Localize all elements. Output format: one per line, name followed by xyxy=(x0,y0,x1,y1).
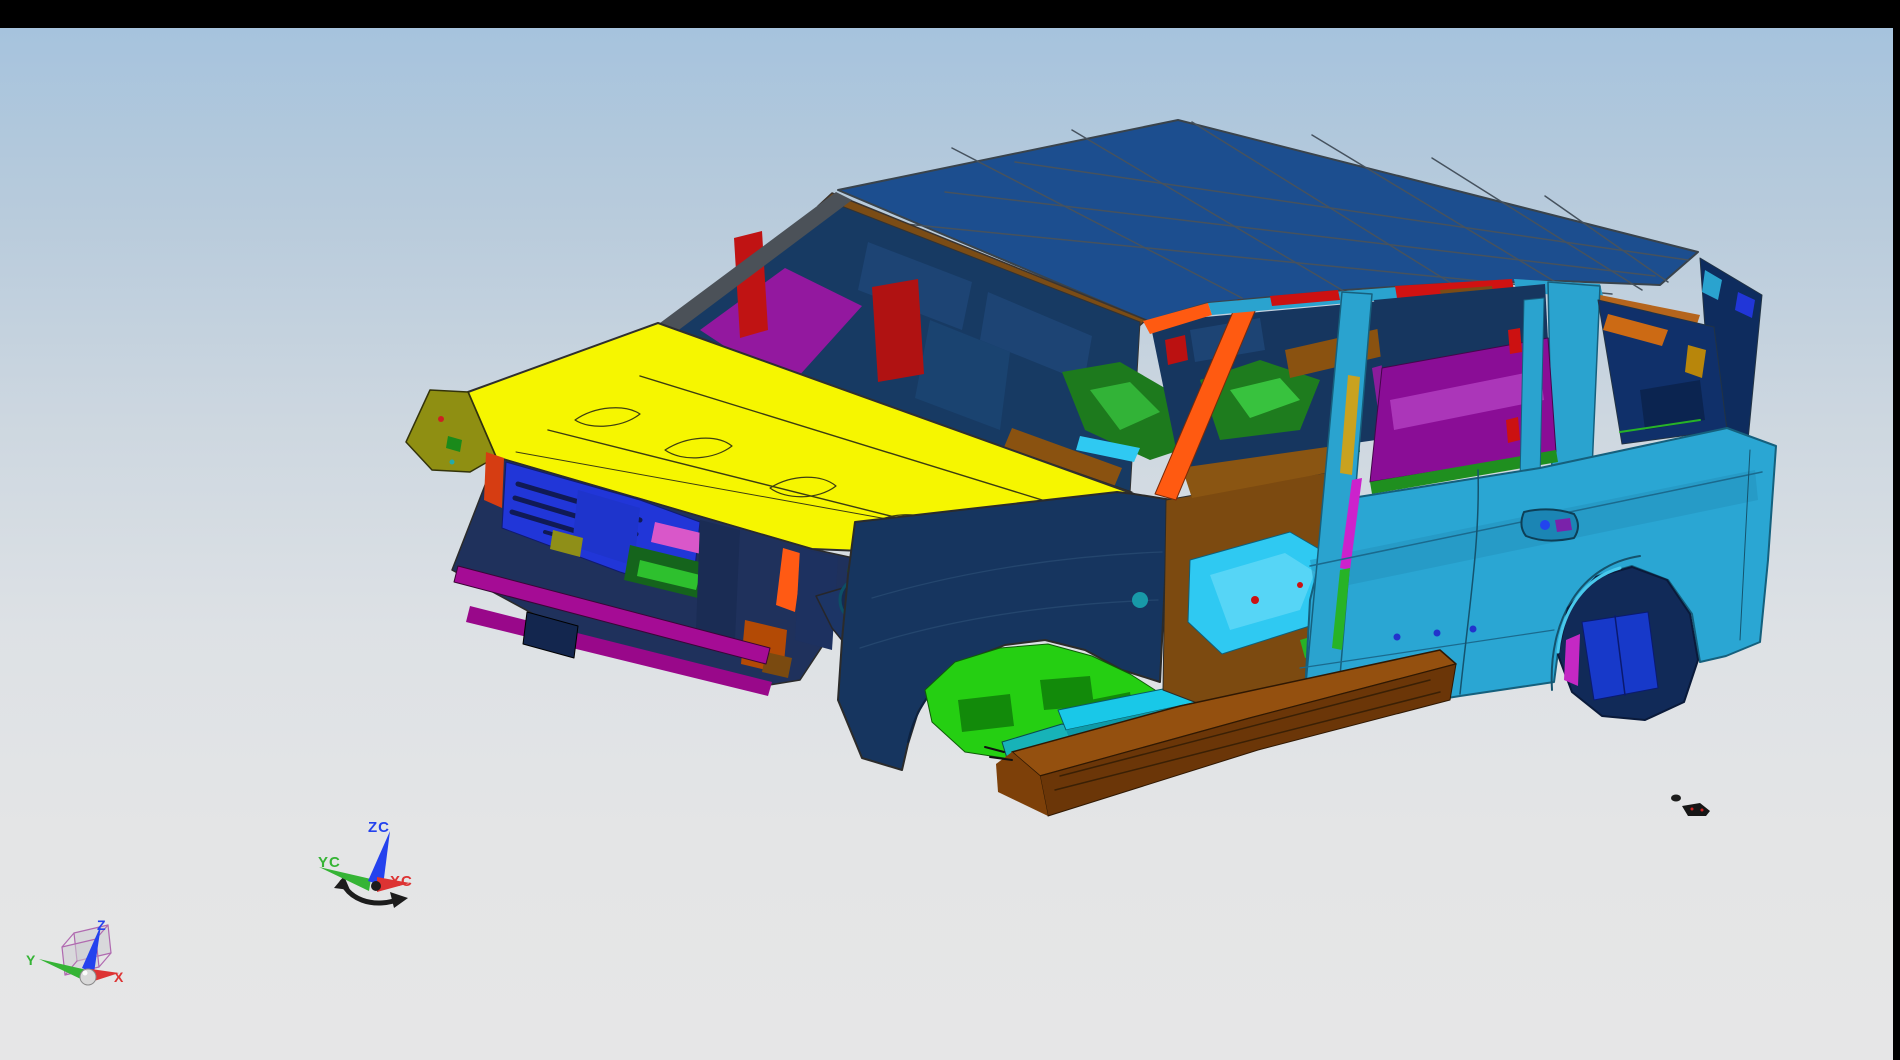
floor-red-detail[interactable] xyxy=(1297,582,1303,588)
abs-origin-ball-highlight[interactable] xyxy=(83,971,88,976)
floor-green-detail[interactable] xyxy=(958,694,1014,732)
debris-red-dot[interactable] xyxy=(1701,809,1704,812)
interior-red-bit[interactable] xyxy=(1165,335,1188,365)
abs-y-label: Y xyxy=(26,953,36,967)
wcs-z-label: ZC xyxy=(368,820,390,835)
rear-door-red-bit[interactable] xyxy=(1506,417,1520,443)
wcs-x-label: XC xyxy=(390,874,413,889)
rear-door-red-bit[interactable] xyxy=(1508,328,1522,354)
body-plug-dot[interactable] xyxy=(1394,634,1401,641)
abs-origin-ball[interactable] xyxy=(80,969,96,985)
graphics-viewport[interactable]: ZC YC XC Z Y X xyxy=(0,28,1893,1060)
rear-door-vent-bar[interactable] xyxy=(1520,298,1544,481)
door-handle-blue-dot[interactable] xyxy=(1540,520,1550,530)
window-top-bar xyxy=(0,0,1900,28)
floor-red-detail[interactable] xyxy=(1251,596,1259,604)
fender-tip-teal-detail[interactable] xyxy=(450,460,455,465)
debris-part[interactable] xyxy=(1682,803,1710,816)
window-right-bar xyxy=(1893,0,1900,1060)
door-handle-purple-bit[interactable] xyxy=(1555,518,1572,532)
wcs-y-label: YC xyxy=(318,855,341,870)
front-navy-column[interactable] xyxy=(696,520,740,640)
arch-magenta-sliver[interactable] xyxy=(1564,634,1580,686)
wcs-hub[interactable] xyxy=(371,881,381,891)
fender-teal-plug[interactable] xyxy=(1132,592,1148,608)
front-orange-sliver[interactable] xyxy=(484,452,504,508)
abs-x-label: X xyxy=(114,970,124,984)
model-canvas[interactable] xyxy=(0,28,1893,1060)
cad-window: ZC YC XC Z Y X xyxy=(0,0,1900,1060)
debris-red-dot[interactable] xyxy=(1691,808,1694,811)
debris-speck[interactable] xyxy=(1671,795,1681,802)
body-plug-dot[interactable] xyxy=(1470,626,1477,633)
abs-z-label: Z xyxy=(97,918,107,932)
fender-tip-red-detail[interactable] xyxy=(438,416,444,422)
wcs-rotation-arrowhead[interactable] xyxy=(390,892,408,908)
body-plug-dot[interactable] xyxy=(1434,630,1441,637)
ws-red-part[interactable] xyxy=(872,279,924,382)
